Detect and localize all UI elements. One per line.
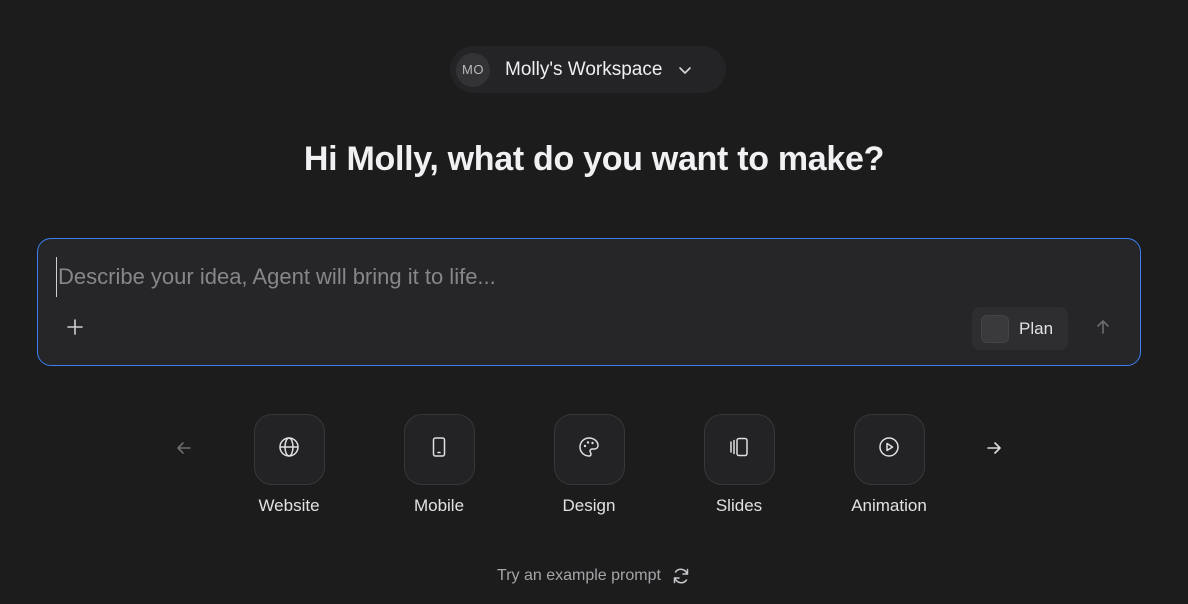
page: MO Molly's Workspace Hi Molly, what do y… bbox=[0, 0, 1188, 604]
phone-icon bbox=[428, 436, 450, 463]
category-tile[interactable] bbox=[703, 414, 775, 485]
arrow-left-icon bbox=[175, 439, 193, 462]
category-website[interactable]: Website bbox=[229, 414, 349, 516]
category-tile[interactable] bbox=[403, 414, 475, 485]
arrow-up-icon bbox=[1094, 318, 1112, 341]
plan-toggle[interactable]: Plan bbox=[972, 307, 1068, 350]
example-prompt-button[interactable]: Try an example prompt bbox=[497, 566, 691, 586]
category-mobile[interactable]: Mobile bbox=[379, 414, 499, 516]
workspace-name: Molly's Workspace bbox=[505, 58, 663, 80]
chevron-down-icon bbox=[676, 61, 694, 79]
prompt-box: Plan bbox=[37, 238, 1141, 366]
category-label: Website bbox=[258, 496, 320, 515]
avatar: MO bbox=[456, 52, 490, 87]
category-tile[interactable] bbox=[853, 414, 925, 485]
globe-icon bbox=[278, 436, 300, 463]
refresh-icon[interactable] bbox=[671, 566, 691, 586]
arrow-right-icon bbox=[985, 439, 1003, 462]
category-animation[interactable]: Animation bbox=[829, 414, 949, 516]
carousel-next-button[interactable] bbox=[980, 436, 1008, 464]
carousel-prev-button[interactable] bbox=[170, 436, 198, 464]
palette-icon bbox=[578, 436, 600, 463]
plan-checkbox[interactable] bbox=[981, 314, 1009, 343]
category-label: Mobile bbox=[413, 496, 465, 515]
workspace-switcher[interactable]: MO Molly's Workspace bbox=[450, 46, 726, 93]
play-circle-icon bbox=[878, 436, 900, 463]
category-tile[interactable] bbox=[553, 414, 625, 485]
example-prompt-label: Try an example prompt bbox=[497, 567, 661, 584]
category-label: Design bbox=[562, 496, 616, 515]
category-slides[interactable]: Slides bbox=[679, 414, 799, 516]
prompt-input[interactable] bbox=[56, 257, 1118, 297]
category-design[interactable]: Design bbox=[529, 414, 649, 516]
category-label: Animation bbox=[851, 496, 927, 515]
page-title: Hi Molly, what do you want to make? bbox=[303, 140, 885, 178]
plus-icon bbox=[66, 318, 84, 341]
plan-label: Plan bbox=[1019, 318, 1054, 338]
example-prompt-row: Try an example prompt bbox=[0, 566, 1188, 586]
category-tile[interactable] bbox=[253, 414, 325, 485]
slides-icon bbox=[728, 436, 750, 463]
category-label: Slides bbox=[715, 496, 763, 515]
add-attachment-button[interactable] bbox=[60, 314, 90, 344]
send-button[interactable] bbox=[1088, 314, 1118, 344]
